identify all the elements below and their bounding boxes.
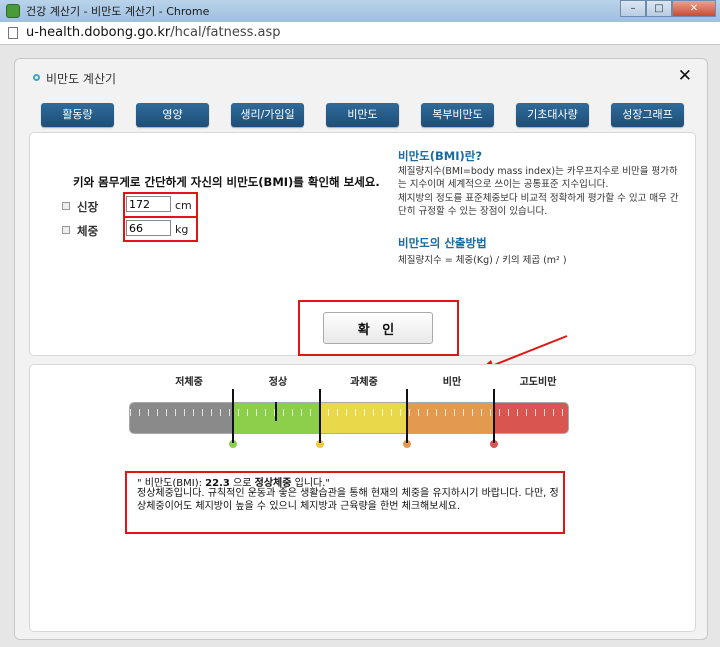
close-icon[interactable]: ✕ (678, 66, 692, 86)
form-intro: 키와 몸무게로 간단하게 자신의 비만도(BMI)를 확인해 보세요. (73, 175, 380, 189)
bmi-formula-text: 체질량지수 = 체중(Kg) / 키의 제곱 (m² ) (398, 255, 567, 266)
category-severe-obese: 고도비만 (519, 377, 557, 388)
result-message: 정상체중입니다. 규칙적인 운동과 좋은 생활습관을 통해 현재의 체중을 유지… (137, 488, 559, 512)
gauge-ticks (130, 409, 568, 416)
popup-header: 비만도 계산기 ✕ (15, 59, 707, 97)
weight-label: 체중 (77, 224, 99, 238)
tab-menstruation[interactable]: 생리/가임일 (231, 103, 304, 127)
category-obese: 비만 (442, 377, 462, 388)
gauge-divider (406, 389, 408, 443)
gauge-divider (493, 389, 495, 443)
window-titlebar: 건강 계산기 - 비만도 계산기 - Chrome – □ ✕ (0, 0, 720, 22)
height-unit: cm (175, 199, 192, 212)
popup-title: 비만도 계산기 (46, 72, 117, 86)
bmi-indicator (275, 402, 278, 421)
category-overweight: 과체중 (350, 377, 378, 388)
height-label: 신장 (77, 200, 99, 214)
tab-abdominal-obesity[interactable]: 복부비만도 (421, 103, 494, 127)
gauge-divider (319, 389, 321, 443)
circle-bullet-icon (33, 74, 40, 81)
address-bar[interactable]: u-health.dobong.go.kr/hcal/fatness.asp (0, 22, 720, 45)
tab-nutrition[interactable]: 영양 (136, 103, 209, 127)
maximize-icon[interactable]: □ (646, 0, 672, 17)
page-icon (8, 27, 18, 39)
gauge-divider (232, 389, 234, 443)
category-normal: 정상 (268, 377, 288, 388)
confirm-button[interactable]: 확 인 (323, 312, 433, 344)
window-close-icon[interactable]: ✕ (672, 0, 716, 17)
gauge-segment (321, 403, 408, 433)
bmi-calculator-popup: 비만도 계산기 ✕ 활동량 영양 생리/가임일 비만도 복부비만도 기초대사량 … (14, 58, 708, 640)
url-path: /hcal/fatness.asp (170, 25, 281, 40)
height-input[interactable] (126, 196, 171, 212)
category-underweight: 저체중 (175, 377, 203, 388)
window-title: 건강 계산기 - 비만도 계산기 - Chrome (26, 5, 210, 18)
square-bullet-icon (62, 226, 70, 234)
window-controls: – □ ✕ (620, 0, 716, 18)
bmi-definition-text: 체질량지수(BMI=body mass index)는 카우프지수로 비만을 평… (398, 166, 678, 190)
tab-basal-metabolism[interactable]: 기초대사량 (516, 103, 589, 127)
gauge-segment (234, 403, 321, 433)
gauge-segment (130, 403, 234, 433)
gauge-segment (495, 403, 568, 433)
tab-activity[interactable]: 활동량 (41, 103, 114, 127)
square-bullet-icon (62, 202, 70, 210)
weight-unit: kg (175, 223, 189, 236)
tab-growth-chart[interactable]: 성장그래프 (611, 103, 684, 127)
bmi-formula-heading: 비만도의 산출방법 (398, 236, 487, 250)
minimize-icon[interactable]: – (620, 0, 646, 17)
app-icon (6, 4, 20, 18)
bmi-definition-heading: 비만도(BMI)란? (398, 149, 482, 163)
input-card: 키와 몸무게로 간단하게 자신의 비만도(BMI)를 확인해 보세요. 신장 c… (29, 132, 696, 356)
tab-bmi[interactable]: 비만도 (326, 103, 399, 127)
bmi-advantage-text: 체지방의 정도를 표준체중보다 비교적 정확하게 평가할 수 있고 매우 간단히… (398, 193, 679, 217)
url-domain: u-health.dobong.go.kr (26, 25, 171, 40)
url-text[interactable]: u-health.dobong.go.kr/hcal/fatness.asp (26, 25, 281, 40)
gauge-segment (408, 403, 495, 433)
weight-input[interactable] (126, 220, 171, 236)
bmi-gauge-bar (129, 402, 569, 434)
